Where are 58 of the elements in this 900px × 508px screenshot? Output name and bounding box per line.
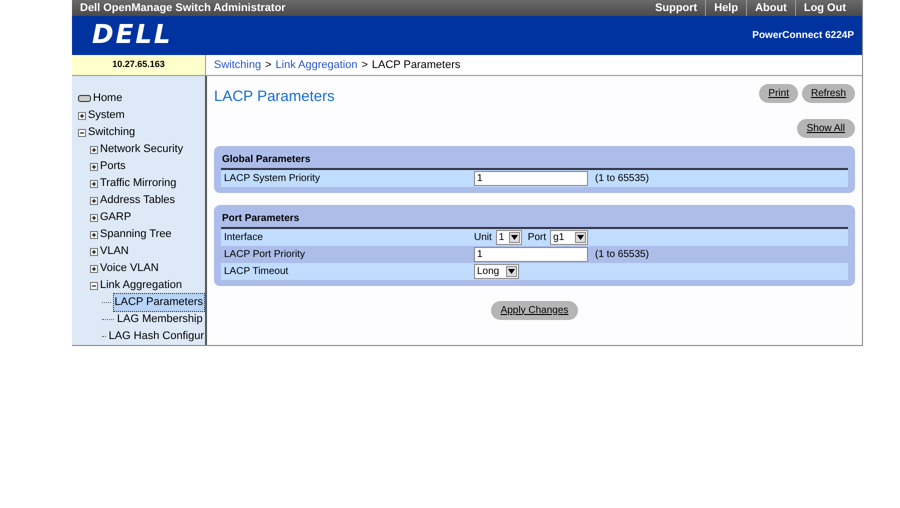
tree-item[interactable]: LAG Hash Configur: [108, 328, 205, 345]
breadcrumb-link[interactable]: Link Aggregation: [276, 56, 358, 74]
model-name: PowerConnect 6224P: [752, 29, 854, 43]
dropdown[interactable]: 1: [496, 230, 522, 244]
header-link[interactable]: Support: [647, 0, 706, 16]
tree-item[interactable]: Traffic Mirroring: [99, 175, 178, 192]
tree-item[interactable]: VLAN: [99, 243, 130, 260]
expand-icon[interactable]: [90, 162, 98, 170]
dropdown-arrow-icon: [575, 232, 586, 242]
field-label: LACP Port Priority: [223, 248, 306, 262]
expand-icon[interactable]: [90, 180, 98, 188]
tree-item[interactable]: LACP Parameters: [112, 293, 205, 312]
dropdown[interactable]: Long: [474, 264, 519, 278]
expand-icon[interactable]: [90, 230, 98, 238]
tree-item[interactable]: Switching: [87, 124, 136, 141]
dropdown[interactable]: g1: [550, 230, 588, 244]
expand-icon[interactable]: [90, 196, 98, 204]
apply-changes-button[interactable]: Apply Changes: [490, 300, 578, 320]
port-label: Port: [528, 230, 546, 244]
range-hint: (1 to 65535): [595, 248, 649, 262]
collapse-icon[interactable]: [90, 282, 98, 290]
page-title: LACP Parameters: [214, 87, 335, 107]
field-label: LACP System Priority: [223, 172, 321, 186]
dropdown-arrow-icon: [508, 232, 520, 242]
breadcrumb-separator: >: [361, 58, 368, 73]
show-all-button[interactable]: Show All: [796, 118, 855, 138]
breadcrumb-link[interactable]: Switching: [214, 56, 262, 74]
tree-item[interactable]: Home: [92, 90, 124, 107]
text-field[interactable]: 1: [474, 246, 588, 262]
tree-item[interactable]: LAG Membership: [116, 311, 204, 328]
text-field[interactable]: 1: [474, 170, 588, 186]
expand-icon[interactable]: [90, 264, 98, 272]
toolbar-button[interactable]: Refresh: [802, 84, 855, 103]
dell-logo: DELL: [92, 19, 172, 52]
home-icon: [78, 95, 91, 102]
expand-icon[interactable]: [90, 248, 98, 256]
dropdown-arrow-icon: [506, 266, 517, 276]
tree-item[interactable]: Network Security: [99, 141, 184, 158]
breadcrumb-current: LACP Parameters: [372, 58, 460, 73]
unit-label: Unit: [474, 230, 492, 244]
tree-item[interactable]: Spanning Tree: [99, 226, 173, 243]
expand-icon[interactable]: [78, 112, 86, 120]
breadcrumb-separator: >: [265, 58, 272, 73]
ip-address: 10.27.65.163: [72, 55, 205, 75]
field-label: Interface: [223, 230, 264, 244]
expand-icon[interactable]: [90, 146, 98, 154]
collapse-icon[interactable]: [78, 128, 86, 136]
toolbar-button[interactable]: Print: [759, 84, 798, 103]
range-hint: (1 to 65535): [595, 172, 649, 186]
app-title: Dell OpenManage Switch Administrator: [80, 0, 286, 16]
tree-item[interactable]: System: [87, 107, 126, 124]
tree-item[interactable]: Address Tables: [99, 192, 176, 209]
tree-item[interactable]: Ports: [99, 158, 127, 175]
expand-icon[interactable]: [90, 214, 98, 222]
tree-item[interactable]: Voice VLAN: [99, 260, 160, 277]
tree-item[interactable]: GARP: [99, 209, 132, 226]
field-label: LACP Timeout: [223, 264, 290, 278]
tree-item[interactable]: Link Aggregation: [99, 277, 183, 294]
